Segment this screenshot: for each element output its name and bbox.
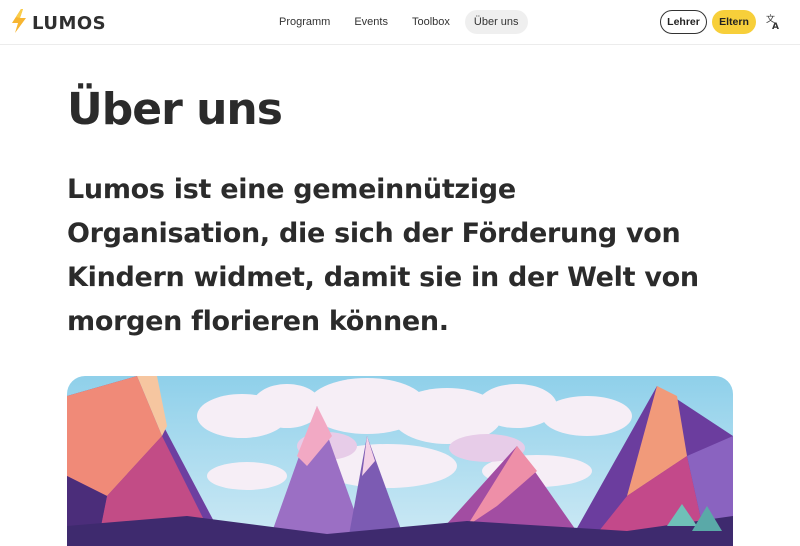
intro-text: Lumos ist eine gemeinnützige Organisatio… [67,174,699,337]
page-title: Über uns [67,84,283,135]
nav-item-programm[interactable]: Programm [270,10,339,34]
main-nav: Programm Events Toolbox Über uns [270,10,528,34]
logo[interactable]: LUMOS [10,9,106,38]
lightning-bolt-icon [10,9,28,38]
nav-item-events[interactable]: Events [345,10,397,34]
nav-item-ueber-uns[interactable]: Über uns [464,10,528,34]
logo-text: LUMOS [32,13,107,34]
hero-illustration [67,376,733,546]
lehrer-button[interactable]: Lehrer [660,10,707,34]
svg-text:A: A [772,22,779,31]
translate-icon[interactable]: 文 A [766,13,782,32]
nav-item-toolbox[interactable]: Toolbox [403,10,459,34]
site-header: LUMOS Programm Events Toolbox Über uns L… [0,0,800,45]
eltern-button[interactable]: Eltern [712,10,756,34]
